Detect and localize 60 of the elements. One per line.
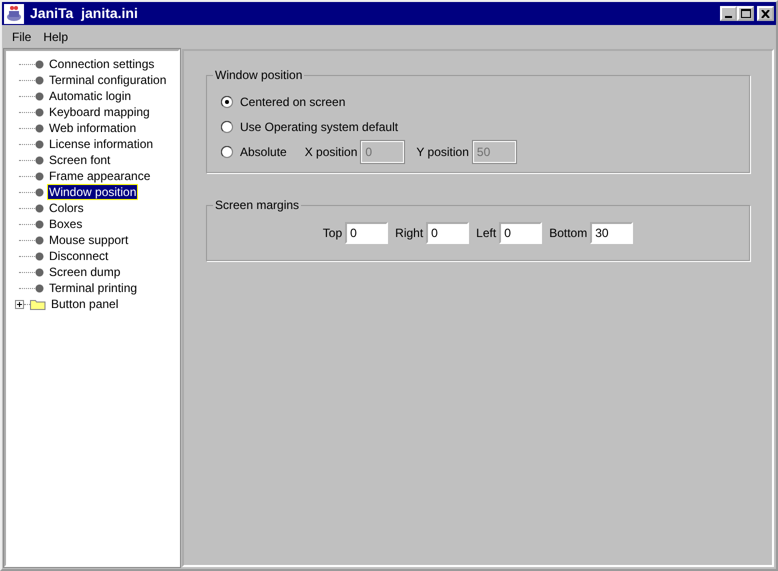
radio-button[interactable] <box>221 96 233 108</box>
app-icon <box>4 4 24 24</box>
tree-item[interactable]: Automatic login <box>48 89 132 103</box>
bullet-icon <box>35 156 44 164</box>
group-title: Window position <box>214 69 304 81</box>
tree-item[interactable]: Mouse support <box>48 233 130 247</box>
field-label: Bottom <box>549 225 588 242</box>
tree-item[interactable]: Frame appearance <box>48 169 152 183</box>
tree-item[interactable]: Screen dump <box>48 265 122 279</box>
bullet-icon <box>35 236 44 244</box>
field-label: Y position <box>416 144 469 160</box>
menu-item[interactable]: Help <box>37 28 74 46</box>
radio-label: Centered on screen <box>240 94 346 110</box>
bullet-icon <box>35 108 44 116</box>
input-field[interactable]: 0 <box>426 222 470 244</box>
bullet-icon <box>35 204 44 212</box>
tree-item[interactable]: Web information <box>48 121 138 135</box>
tree-item[interactable]: Keyboard mapping <box>48 105 151 119</box>
bullet-icon <box>35 252 44 260</box>
bullet-icon <box>35 92 44 100</box>
radio-label: Absolute <box>240 144 287 160</box>
tree-item[interactable]: Boxes <box>48 217 84 231</box>
maximize-button[interactable] <box>737 6 754 21</box>
tree-item[interactable]: License information <box>48 137 154 151</box>
input-field[interactable]: 0 <box>345 222 388 244</box>
bullet-icon <box>35 172 44 180</box>
tree-item[interactable]: Button panel <box>50 297 120 311</box>
radio-button[interactable] <box>221 146 233 158</box>
minimize-button[interactable] <box>720 6 737 21</box>
tree-item[interactable]: Connection settings <box>48 57 156 71</box>
field-label: Top <box>322 225 342 242</box>
tree-item[interactable]: Window position <box>48 185 138 199</box>
bullet-icon <box>35 268 44 276</box>
tree-item[interactable]: Colors <box>48 201 85 215</box>
bullet-icon <box>35 60 44 68</box>
window-title: JaniTa janita.ini <box>30 4 138 23</box>
tree-item[interactable]: Terminal configuration <box>48 73 168 87</box>
bullet-icon <box>35 124 44 132</box>
field-label: X position <box>304 144 358 160</box>
close-icon <box>761 10 770 18</box>
tree-item[interactable]: Disconnect <box>48 249 110 263</box>
tree-item[interactable]: Terminal printing <box>48 281 138 295</box>
field-label: Left <box>476 225 496 242</box>
menu-item[interactable]: File <box>6 28 38 46</box>
tree-item[interactable]: Screen font <box>48 153 112 167</box>
bullet-icon <box>35 284 44 292</box>
bullet-icon <box>35 140 44 148</box>
radio-label: Use Operating system default <box>240 118 398 136</box>
input-field[interactable]: 30 <box>590 222 634 244</box>
expand-icon[interactable] <box>15 300 24 308</box>
radio-button[interactable] <box>221 120 233 132</box>
minimize-icon <box>725 16 732 18</box>
group-title: Screen margins <box>214 199 300 211</box>
bullet-icon <box>35 188 44 196</box>
maximize-icon <box>740 9 750 18</box>
bullet-icon <box>35 220 44 228</box>
field-label: Right <box>395 225 424 242</box>
input-field[interactable]: 0 <box>499 222 542 244</box>
bullet-icon <box>35 76 44 84</box>
close-button[interactable] <box>757 6 774 21</box>
